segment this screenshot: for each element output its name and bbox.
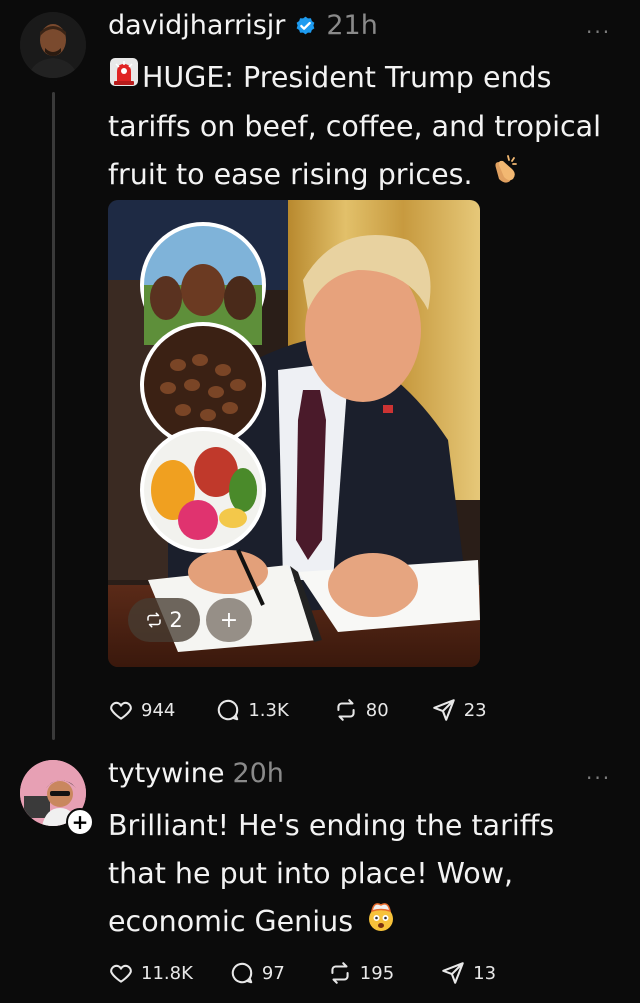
reply-more-button[interactable]: ··· — [586, 766, 611, 790]
reply-reply-count: 97 — [261, 962, 285, 984]
share-button[interactable]: 23 — [431, 697, 487, 723]
author-avatar[interactable] — [20, 12, 86, 78]
post-body: HUGE: President Trump ends tariffs on be… — [108, 54, 628, 201]
share-count: 23 — [463, 699, 487, 721]
reply-repost-button[interactable]: 195 — [327, 960, 394, 986]
repost-button[interactable]: 80 — [333, 697, 389, 723]
share-icon — [442, 962, 464, 984]
repost-icon — [147, 612, 162, 628]
reply-like-button[interactable]: 11.8K — [108, 960, 193, 986]
post-header: davidjharrisjr 21h — [108, 10, 378, 41]
post-more-button[interactable]: ··· — [586, 20, 611, 44]
share-icon — [432, 699, 455, 721]
heart-icon — [110, 701, 132, 720]
post-text-1: HUGE: President Trump ends — [142, 61, 552, 94]
reply-text-3: economic Genius — [108, 905, 354, 938]
reply-like-count: 11.8K — [141, 962, 193, 984]
repost-icon — [331, 962, 349, 984]
reply-share-button[interactable]: 13 — [440, 960, 496, 986]
comment-icon — [218, 699, 239, 721]
reply-text-line-2: that he put into place! Wow, — [108, 857, 514, 890]
exploding-head-emoji — [364, 899, 398, 948]
author-username[interactable]: davidjharrisjr — [108, 10, 285, 41]
repost-icon — [337, 699, 355, 721]
reply-text-line-1: Brilliant! He's ending the tariffs — [108, 809, 555, 842]
like-button[interactable]: 944 — [108, 697, 175, 723]
post-text-line-2: tariffs on beef, coffee, and tropical — [108, 110, 602, 143]
repost-count: 80 — [365, 699, 389, 721]
like-count: 944 — [141, 699, 176, 721]
media-repost-badge[interactable]: 2 — [128, 598, 200, 642]
reply-repost-count: 195 — [359, 962, 395, 984]
reply-timestamp: 20h — [232, 758, 284, 789]
reply-button[interactable]: 1.3K — [215, 697, 289, 723]
comment-icon — [231, 962, 253, 984]
post-text-line-3: fruit to ease rising prices. — [108, 151, 628, 201]
verified-icon — [293, 13, 318, 38]
follow-button[interactable]: + — [66, 808, 94, 836]
reply-header: tytywine 20h — [108, 758, 284, 789]
post-text-3: fruit to ease rising prices. — [108, 158, 473, 191]
reply-text-line-3: economic Genius — [108, 898, 628, 948]
heart-icon — [110, 964, 132, 983]
thread-line — [52, 92, 55, 740]
reply-body: Brilliant! He's ending the tariffs that … — [108, 802, 628, 948]
post-timestamp: 21h — [326, 10, 378, 41]
reply-reply-button[interactable]: 97 — [229, 960, 285, 986]
reply-count: 1.3K — [248, 699, 289, 721]
post-text-line-1: HUGE: President Trump ends — [108, 54, 628, 103]
clapping-hands-emoji — [488, 152, 522, 201]
post-actions: 944 1.3K 80 23 — [108, 697, 487, 723]
media-repost-count: 2 — [169, 608, 183, 632]
reply-username[interactable]: tytywine — [108, 758, 224, 789]
media-add-button[interactable]: + — [206, 598, 252, 642]
reply-share-count: 13 — [473, 962, 497, 984]
reply-actions: 11.8K 97 195 13 — [108, 960, 496, 986]
siren-emoji — [108, 55, 140, 103]
post-media-image[interactable] — [108, 200, 480, 667]
